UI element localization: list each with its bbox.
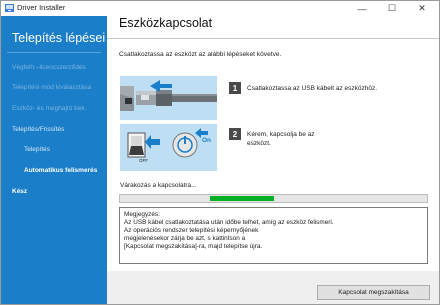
title-bar[interactable]: Driver Installer — ☐ ✕ xyxy=(1,1,439,16)
maximize-icon: ☐ xyxy=(387,3,397,13)
note-line: megjelenésekor zárja be azt, s kattintso… xyxy=(124,235,246,242)
instruction-text: Csatlakoztassa az eszközt az alábbi lépé… xyxy=(119,51,282,58)
installer-icon xyxy=(5,4,14,12)
window-title: Driver Installer xyxy=(17,3,66,12)
cancel-connection-button[interactable]: Kapcsolat megszakítása xyxy=(317,285,430,300)
step-install-mode: Telepítési mód kiválasztása xyxy=(12,84,92,91)
close-button[interactable]: ✕ xyxy=(411,1,433,16)
waiting-label: Várakozás a kapcsolatra... xyxy=(120,182,197,189)
usb-plug-icon xyxy=(120,76,217,120)
sidebar-title: Telepítés lépései xyxy=(12,31,106,45)
step-1-number: 1 xyxy=(229,82,241,94)
step-2-text-line: Kérem, kapcsolja be az xyxy=(247,131,315,138)
step-install-update: Telepítés/Frissítés xyxy=(12,126,65,133)
minimize-icon: — xyxy=(357,3,367,14)
step-2-number: 2 xyxy=(229,128,241,140)
note-line: Az operációs rendszer telepítési képerny… xyxy=(124,227,259,234)
note-textbox[interactable]: Megjegyzés: Az USB kábel csatlakoztatása… xyxy=(119,207,428,264)
note-line: Az USB kábel csatlakoztatása után időbe … xyxy=(124,219,334,226)
step-install: Telepítés xyxy=(24,146,51,153)
step-device-driver: Eszköz- és meghajtó bek. xyxy=(12,105,87,112)
step-eula: Végfelh.–licencszerződés xyxy=(12,64,86,71)
sidebar-divider xyxy=(7,52,101,53)
installation-steps-sidebar: Telepítés lépései Végfelh.–licencszerződ… xyxy=(1,16,107,304)
maximize-button[interactable]: ☐ xyxy=(381,1,403,16)
note-line: Megjegyzés: xyxy=(124,211,160,218)
power-on-illustration: OFF On xyxy=(120,124,217,171)
note-line: [Kapcsolat megszakítása]-ra, majd telepí… xyxy=(124,243,263,250)
page-title: Eszközkapcsolat xyxy=(119,16,213,30)
connection-progress-bar xyxy=(119,194,428,203)
step-auto-detect: Automatikus felismerés xyxy=(24,167,98,174)
power-on-label: On xyxy=(202,137,212,144)
step-1-text: Csatlakoztassa az USB kábelt az eszközhö… xyxy=(247,85,378,92)
close-icon: ✕ xyxy=(418,3,426,13)
driver-installer-window: Driver Installer — ☐ ✕ Telepítés lépései… xyxy=(0,0,440,305)
step-2-text: Kérem, kapcsolja be az eszközt. xyxy=(247,130,315,148)
power-button-icon xyxy=(168,124,217,171)
header-divider xyxy=(107,38,439,39)
progress-fill xyxy=(210,196,275,201)
step-complete: Kész xyxy=(12,188,28,195)
step-2-text-line: eszközt. xyxy=(247,140,271,147)
minimize-button[interactable]: — xyxy=(351,1,373,16)
switch-off-label: OFF xyxy=(139,158,148,163)
power-switch-icon xyxy=(120,124,166,171)
